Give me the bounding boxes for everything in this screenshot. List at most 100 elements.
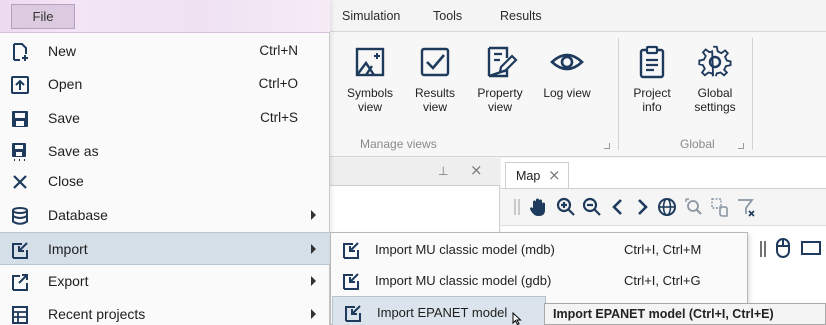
menu-item-label: Import [48, 241, 88, 257]
eye-icon [550, 53, 584, 71]
import-icon [343, 273, 359, 290]
symbols-view-button[interactable]: Symbols view [340, 44, 400, 114]
project-info-label-1: Project [633, 86, 671, 100]
menu-item-import[interactable]: Import [0, 232, 330, 265]
tooltip: Import EPANET model (Ctrl+I, Ctrl+E) [544, 303, 826, 325]
menu-tab-results[interactable]: Results [500, 9, 542, 23]
menu-item-label: Save [48, 110, 80, 126]
map-toolbar [501, 188, 826, 226]
menu-item-close[interactable]: Close [0, 165, 330, 198]
ribbon-group-separator [752, 38, 753, 150]
global-settings-label-1: Global [697, 86, 733, 100]
submenu-arrow-icon [311, 244, 316, 254]
log-view-button[interactable]: Log view [537, 44, 597, 100]
mouse-cursor-icon [512, 312, 522, 325]
zoom-in-icon[interactable] [555, 196, 577, 218]
import-icon [12, 242, 28, 259]
menu-item-export[interactable]: Export [0, 265, 330, 298]
submenu-arrow-icon [311, 309, 316, 319]
log-view-label-1: Log view [543, 86, 591, 100]
file-tab[interactable]: File [11, 4, 75, 29]
menu-item-save-as[interactable]: Save as [0, 135, 330, 168]
gear-icon [698, 45, 732, 77]
clipboard-icon [639, 45, 665, 79]
results-view-button[interactable]: Results view [405, 44, 465, 114]
menu-item-label: Open [48, 76, 83, 92]
database-icon [12, 207, 28, 225]
pin-icon[interactable]: ⊥ [438, 164, 448, 178]
manage-views-launcher-icon[interactable] [604, 143, 610, 149]
symbols-view-icon [355, 47, 385, 77]
menu-tab-tools[interactable]: Tools [433, 9, 462, 23]
submenu-item-import-gdb[interactable]: Import MU classic model (gdb) Ctrl+I, Ct… [331, 265, 747, 296]
menu-item-new[interactable]: New Ctrl+N [0, 35, 330, 68]
map-tab-close-icon[interactable]: × [548, 166, 561, 184]
submenu-arrow-icon [311, 276, 316, 286]
menu-item-label: Save as [48, 143, 99, 159]
menu-item-label: Database [48, 207, 108, 223]
menu-item-label: New [48, 43, 77, 59]
menu-item-shortcut: Ctrl+S [260, 110, 298, 125]
property-view-label-2: view [487, 100, 512, 114]
menu-item-shortcut: Ctrl+O [258, 76, 298, 91]
property-view-label-1: Property [477, 86, 523, 100]
mouse-icon[interactable] [774, 237, 792, 259]
import-icon [343, 242, 359, 259]
ribbon-group-separator [618, 38, 619, 150]
rectangle-select-icon[interactable] [800, 239, 822, 257]
results-view-label-1: Results [414, 86, 455, 100]
save-icon [12, 111, 28, 127]
property-view-icon [487, 46, 518, 78]
import-icon [345, 305, 361, 322]
globe-icon[interactable] [656, 196, 678, 218]
close-icon [13, 175, 27, 189]
menu-item-recent-projects[interactable]: Recent projects [0, 298, 330, 325]
file-menu: File New Ctrl+N Open Ctrl+O Save Ctrl+S … [0, 0, 330, 325]
panel-header: ⊥ × [330, 158, 500, 186]
submenu-arrow-icon [311, 210, 316, 220]
global-launcher-icon[interactable] [738, 143, 744, 149]
toolbar-grip-icon [760, 241, 766, 257]
global-group-label: Global [680, 137, 715, 151]
property-view-button[interactable]: Property view [470, 44, 530, 114]
menu-item-shortcut: Ctrl+N [259, 43, 298, 58]
pan-hand-icon[interactable] [527, 196, 549, 218]
menu-item-save[interactable]: Save Ctrl+S [0, 102, 330, 135]
menu-tab-simulation[interactable]: Simulation [342, 9, 400, 23]
application-window: Simulation Tools Results Symbols view Re… [0, 0, 826, 325]
panel-close-icon[interactable]: × [470, 161, 483, 179]
forward-icon[interactable] [631, 196, 653, 218]
project-info-button[interactable]: Project info [622, 44, 682, 114]
symbols-view-label-1: Symbols [346, 86, 393, 100]
back-icon[interactable] [607, 196, 629, 218]
file-menu-header: File [0, 0, 330, 33]
global-settings-button[interactable]: Global settings [685, 44, 745, 114]
global-settings-label-2: settings [694, 100, 736, 114]
filter-icon[interactable] [735, 196, 757, 218]
submenu-item-import-mdb[interactable]: Import MU classic model (mdb) Ctrl+I, Ct… [331, 234, 747, 265]
symbols-view-label-2: view [357, 100, 382, 114]
submenu-item-shortcut: Ctrl+I, Ctrl+G [624, 273, 701, 288]
menu-item-label: Close [48, 173, 84, 189]
manage-views-group-label: Manage views [360, 137, 437, 151]
map-tab-label: Map [516, 169, 541, 183]
tab-map[interactable]: Map × [505, 162, 569, 188]
save-as-icon [12, 143, 26, 161]
submenu-item-label: Import EPANET model [377, 305, 508, 320]
zoom-out-icon[interactable] [581, 196, 603, 218]
zoom-select-icon[interactable] [709, 196, 731, 218]
recent-projects-icon [12, 306, 28, 324]
submenu-item-shortcut: Ctrl+I, Ctrl+M [624, 242, 702, 257]
new-file-icon [13, 43, 28, 61]
menu-item-database[interactable]: Database [0, 199, 330, 232]
export-icon [12, 274, 28, 291]
menu-item-open[interactable]: Open Ctrl+O [0, 68, 330, 101]
project-info-label-2: info [642, 100, 662, 114]
zoom-extent-icon[interactable] [683, 196, 705, 218]
menu-item-label: Recent projects [48, 306, 146, 322]
submenu-item-label: Import MU classic model (gdb) [375, 273, 552, 288]
menu-item-label: Export [48, 273, 89, 289]
submenu-item-label: Import MU classic model (mdb) [375, 242, 555, 257]
toolbar-grip-icon [514, 199, 520, 215]
results-view-icon [420, 47, 450, 77]
